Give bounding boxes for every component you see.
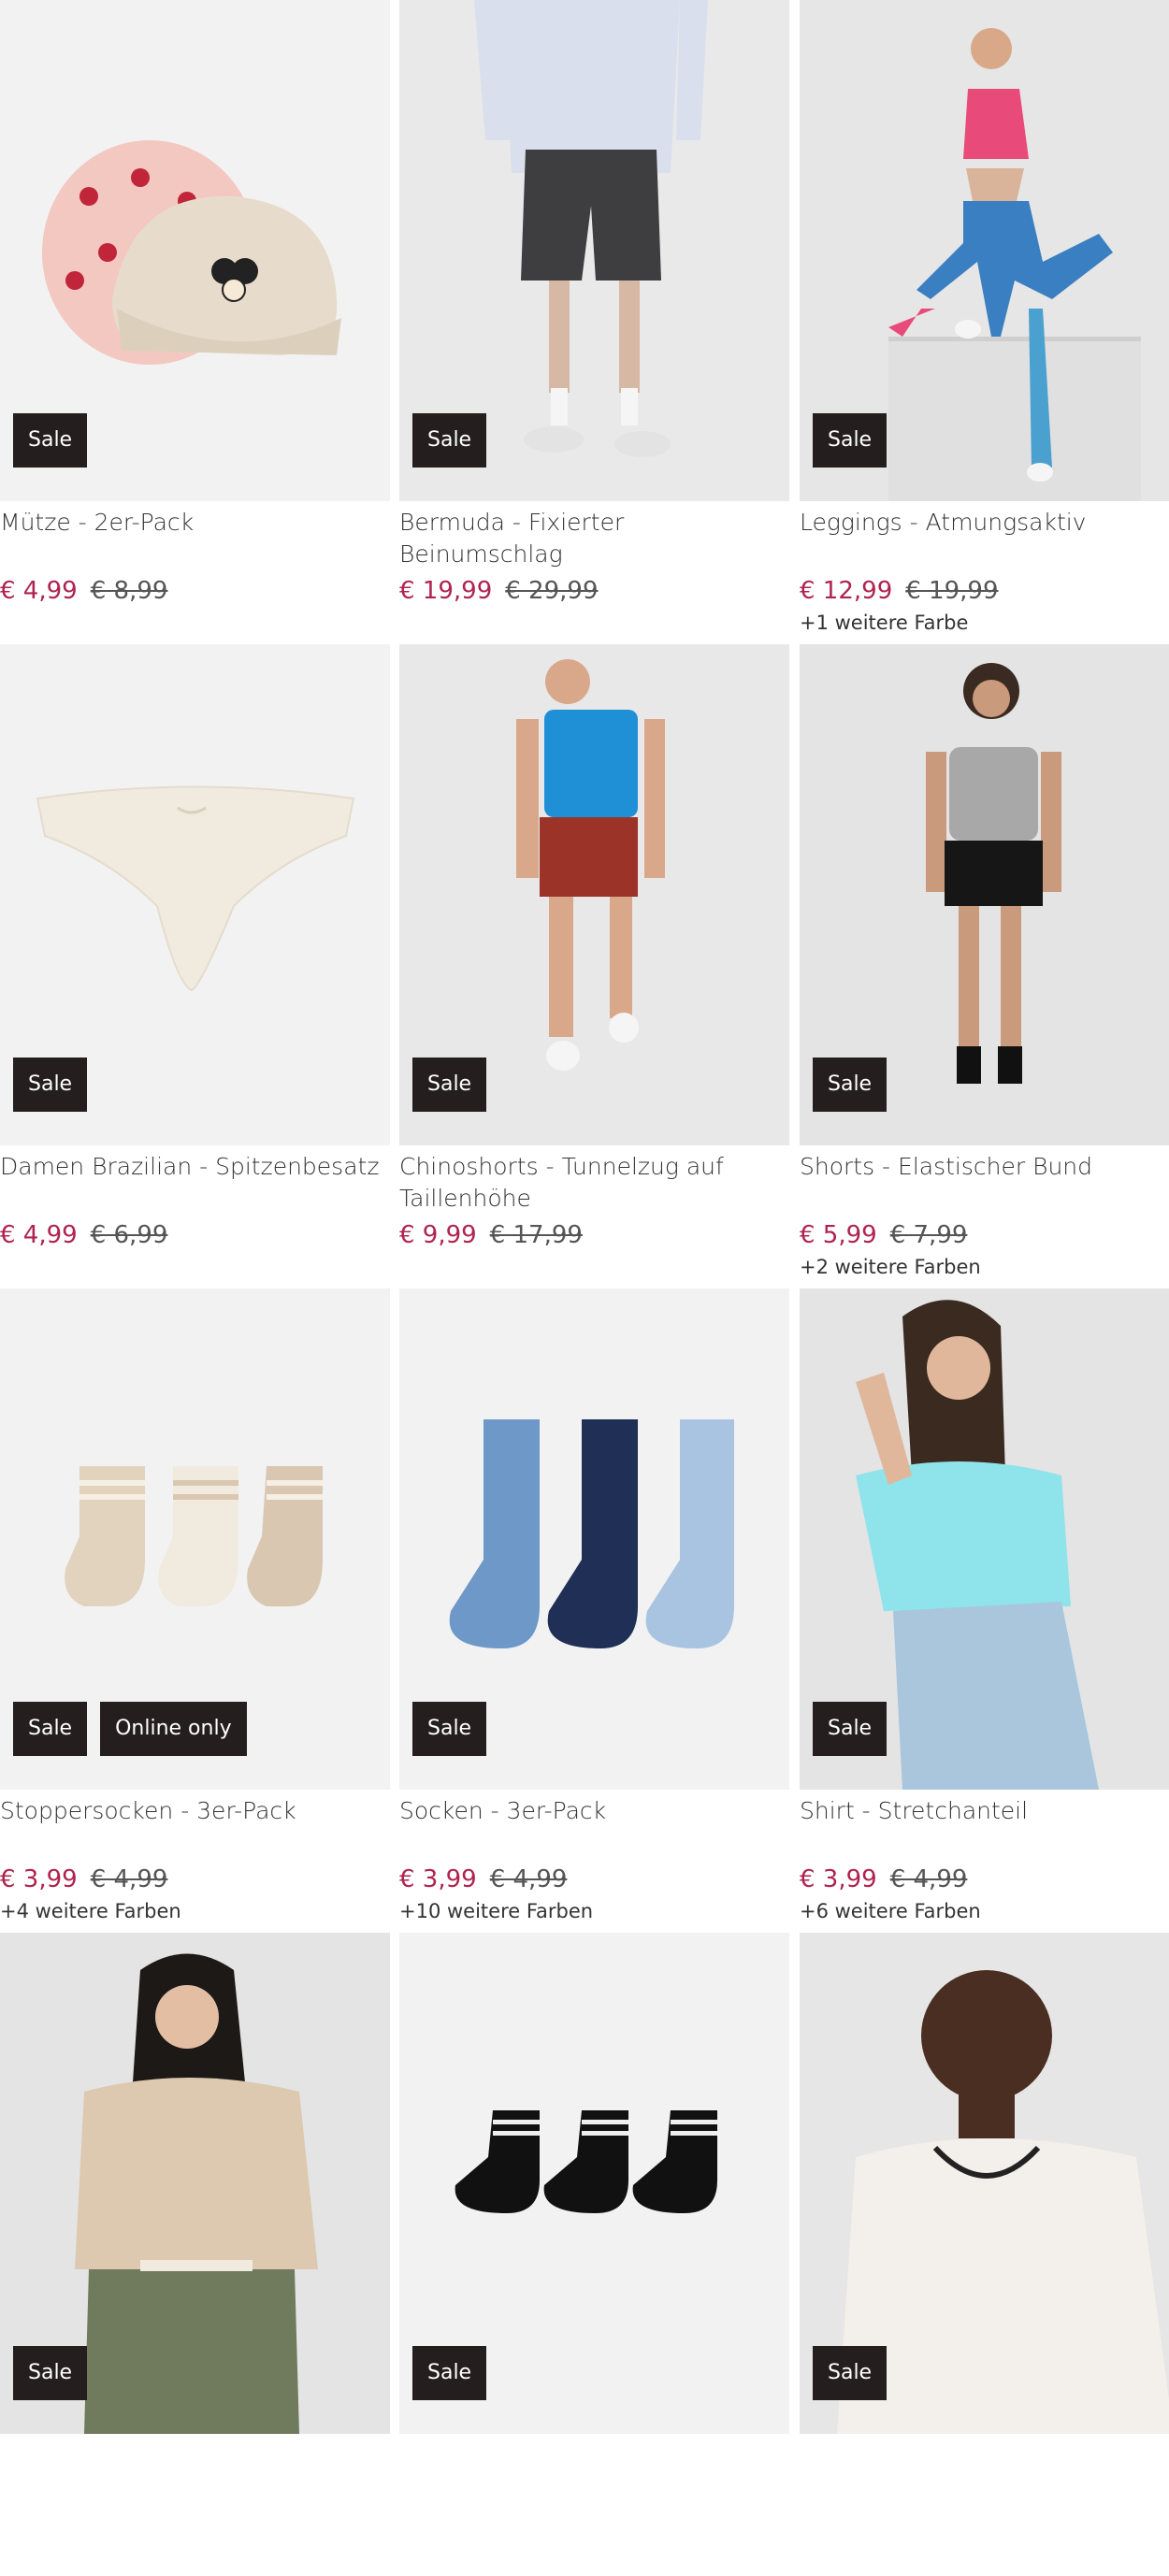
- product-name[interactable]: Mütze - 2er-Pack: [0, 507, 390, 539]
- price-row: € 3,99 € 4,99: [399, 1863, 567, 1896]
- sale-price: € 5,99: [800, 1221, 877, 1249]
- sale-badge: Sale: [13, 1702, 88, 1756]
- price-row: € 5,99 € 7,99: [800, 1218, 967, 1252]
- sale-badge: Sale: [412, 2346, 487, 2400]
- sale-price: € 4,99: [0, 1221, 78, 1249]
- old-price: € 29,99: [505, 577, 599, 605]
- product-name[interactable]: Shorts - Elastischer Bund: [800, 1151, 1169, 1183]
- more-colors[interactable]: +4 weitere Farben: [0, 1900, 181, 1922]
- sale-price: € 4,99: [0, 577, 78, 605]
- badge-list: Sale: [13, 413, 88, 468]
- price-row: € 19,99 € 29,99: [399, 574, 599, 608]
- more-colors[interactable]: +2 weitere Farben: [800, 1256, 981, 1278]
- product-card[interactable]: Sale: [399, 1933, 789, 2576]
- sale-price: € 12,99: [800, 577, 893, 605]
- product-name[interactable]: Stoppersocken - 3er-Pack: [0, 1795, 390, 1827]
- product-card[interactable]: Sale Damen Brazilian - Spitzenbesatz € 4…: [0, 644, 390, 1288]
- more-colors[interactable]: +10 weitere Farben: [399, 1900, 593, 1922]
- badge-list: Sale: [412, 413, 487, 468]
- old-price: € 6,99: [90, 1221, 168, 1249]
- old-price: € 4,99: [489, 1865, 568, 1893]
- sale-badge: Sale: [813, 413, 888, 468]
- product-card[interactable]: Sale Chinoshorts - Tunnelzug auf Taillen…: [399, 644, 789, 1288]
- price-row: € 9,99 € 17,99: [399, 1218, 583, 1252]
- product-card[interactable]: Sale Bermuda - Fixierter Beinumschlag € …: [399, 0, 789, 643]
- product-name[interactable]: Chinoshorts - Tunnelzug auf Taillenhöhe: [399, 1151, 789, 1215]
- old-price: € 19,99: [905, 577, 999, 605]
- product-card[interactable]: Sale: [800, 1933, 1169, 2576]
- price-row: € 4,99 € 8,99: [0, 574, 167, 608]
- sale-price: € 3,99: [399, 1865, 477, 1893]
- sale-badge: Sale: [813, 2346, 888, 2400]
- product-name[interactable]: Shirt - Stretchanteil: [800, 1795, 1169, 1827]
- price-row: € 3,99 € 4,99: [800, 1863, 967, 1896]
- product-card[interactable]: Sale Socken - 3er-Pack € 3,99 € 4,99 +10…: [399, 1288, 789, 1932]
- product-name[interactable]: Socken - 3er-Pack: [399, 1795, 789, 1827]
- sale-price: € 3,99: [800, 1865, 877, 1893]
- sale-badge: Sale: [813, 1702, 888, 1756]
- sale-badge: Sale: [412, 1702, 487, 1756]
- price-row: € 3,99 € 4,99: [0, 1863, 167, 1896]
- sale-badge: Sale: [813, 1058, 888, 1112]
- sale-badge: Sale: [13, 413, 88, 468]
- sale-price: € 19,99: [399, 577, 493, 605]
- badge-list: Sale Online only: [13, 1702, 247, 1756]
- sale-price: € 9,99: [399, 1221, 477, 1249]
- price-row: € 4,99 € 6,99: [0, 1218, 167, 1252]
- product-name[interactable]: Leggings - Atmungsaktiv: [800, 507, 1169, 539]
- badge-list: Sale: [813, 413, 888, 468]
- badge-list: Sale: [813, 1702, 888, 1756]
- badge-list: Sale: [13, 1058, 88, 1112]
- badge-list: Sale: [813, 1058, 888, 1112]
- badge-list: Sale: [412, 1702, 487, 1756]
- old-price: € 4,99: [90, 1865, 168, 1893]
- price-row: € 12,99 € 19,99: [800, 574, 999, 608]
- badge-list: Sale: [412, 1058, 487, 1112]
- badge-list: Sale: [813, 2346, 888, 2400]
- product-name[interactable]: Damen Brazilian - Spitzenbesatz: [0, 1151, 390, 1183]
- product-card[interactable]: Sale Leggings - Atmungsaktiv € 12,99 € 1…: [800, 0, 1169, 643]
- product-grid: Sale Mütze - 2er-Pack € 4,99 € 8,99 Sale…: [0, 0, 1169, 2434]
- more-colors[interactable]: +6 weitere Farben: [800, 1900, 981, 1922]
- product-card[interactable]: Sale Shorts - Elastischer Bund € 5,99 € …: [800, 644, 1169, 1288]
- badge-list: Sale: [13, 2346, 88, 2400]
- product-name[interactable]: Bermuda - Fixierter Beinumschlag: [399, 507, 789, 570]
- sale-price: € 3,99: [0, 1865, 78, 1893]
- sale-badge: Sale: [13, 2346, 88, 2400]
- old-price: € 17,99: [489, 1221, 583, 1249]
- sale-badge: Sale: [412, 1058, 487, 1112]
- product-card[interactable]: Sale: [0, 1933, 390, 2576]
- sale-badge: Sale: [13, 1058, 88, 1112]
- badge-list: Sale: [412, 2346, 487, 2400]
- product-card[interactable]: Sale Online only Stoppersocken - 3er-Pac…: [0, 1288, 390, 1932]
- old-price: € 7,99: [889, 1221, 968, 1249]
- sale-badge: Sale: [412, 413, 487, 468]
- online-only-badge: Online only: [100, 1702, 247, 1756]
- product-card[interactable]: Sale Shirt - Stretchanteil € 3,99 € 4,99…: [800, 1288, 1169, 1932]
- product-card[interactable]: Sale Mütze - 2er-Pack € 4,99 € 8,99: [0, 0, 390, 643]
- old-price: € 4,99: [889, 1865, 968, 1893]
- more-colors[interactable]: +1 weitere Farbe: [800, 612, 968, 634]
- old-price: € 8,99: [90, 577, 168, 605]
